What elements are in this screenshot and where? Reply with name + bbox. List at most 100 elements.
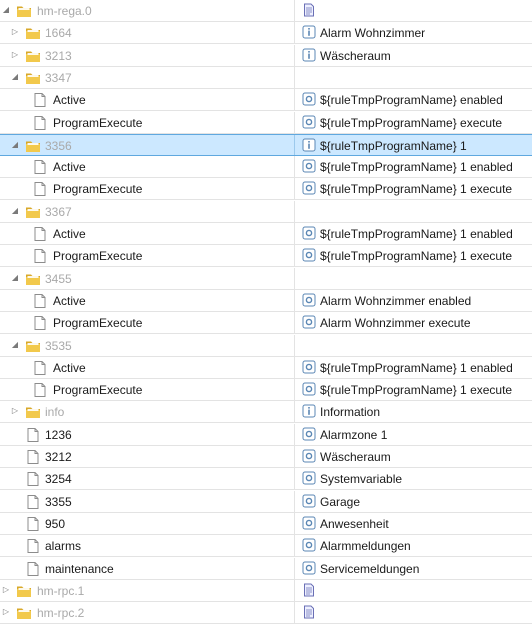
tree-row-3455[interactable]: ◢ 3455 [0,268,532,290]
tree-item-value: Wäscheraum [320,450,391,464]
folder-icon [25,338,41,354]
state-icon [302,516,316,530]
file-icon [32,315,48,331]
tree-item-value: ${ruleTmpProgramName} 1 enabled [320,361,513,375]
tree-item-name: 3355 [45,495,72,509]
tree-item-name: maintenance [45,562,114,576]
tree-item-name: 3455 [45,272,72,286]
tree-row-3213[interactable]: ▷ 3213 Wäscheraum [0,45,532,67]
folder-icon [25,48,41,64]
column-divider [294,401,295,422]
file-icon [32,92,48,108]
tree-row-active[interactable]: Active ${ruleTmpProgramName} enabled [0,89,532,111]
tree-item-name: 3367 [45,205,72,219]
column-divider [294,22,295,43]
tree-item-name: Active [53,294,86,308]
tree-item-name: 950 [45,517,66,531]
tree-row-3212[interactable]: 3212 Wäscheraum [0,446,532,468]
tree-row-programexecute[interactable]: ProgramExecute ${ruleTmpProgramName} 1 e… [0,178,532,200]
file-icon [32,226,48,242]
tree-item-value: Anwesenheit [320,517,389,531]
tree-item-value: ${ruleTmpProgramName} 1 execute [320,182,513,196]
collapse-arrow-icon[interactable]: ◢ [11,341,19,349]
tree-item-name: Active [53,227,86,241]
tree-row-3355[interactable]: 3355 Garage [0,491,532,513]
tree-row-hm-rpc-1[interactable]: ▷ hm-rpc.1 [0,580,532,602]
state-icon [302,538,316,552]
tree-row-programexecute[interactable]: ProgramExecute ${ruleTmpProgramName} 1 e… [0,379,532,401]
tree-item-value: Systemvariable [320,472,403,486]
column-divider [294,513,295,534]
tree-item-name: Active [53,93,86,107]
tree-item-name: hm-rpc.2 [37,606,85,620]
folder-icon [25,404,41,420]
state-icon [302,181,316,195]
tree-row-3367[interactable]: ◢ 3367 [0,201,532,223]
file-icon [25,494,41,510]
collapse-arrow-icon[interactable]: ◢ [11,141,19,149]
info-icon [302,404,316,418]
tree-row-950[interactable]: 950 Anwesenheit [0,513,532,535]
column-divider [294,223,295,244]
collapse-arrow-icon[interactable]: ◢ [11,73,19,81]
folder-icon [16,583,32,599]
tree-row-info[interactable]: ▷ info Information [0,401,532,423]
tree-row-1664[interactable]: ▷ 1664 Alarm Wohnzimmer [0,22,532,44]
state-icon [302,92,316,106]
file-icon [32,159,48,175]
tree-item-name: ProgramExecute [53,249,143,263]
tree-item-name: alarms [45,539,82,553]
folder-icon [25,204,41,220]
tree-item-name: 1236 [45,428,72,442]
tree-row-3254[interactable]: 3254 Systemvariable [0,468,532,490]
column-divider [294,446,295,467]
column-divider [294,89,295,110]
tree-item-value: ${ruleTmpProgramName} 1 enabled [320,227,513,241]
file-icon [32,293,48,309]
expand-arrow-icon[interactable]: ▷ [11,407,19,415]
info-icon [302,48,316,62]
file-icon [25,471,41,487]
collapse-arrow-icon[interactable]: ◢ [11,207,19,215]
state-icon [302,382,316,396]
tree-item-name: info [45,405,65,419]
file-icon [25,538,41,554]
tree-row-active[interactable]: Active ${ruleTmpProgramName} 1 enabled [0,156,532,178]
state-icon [302,449,316,463]
state-icon [302,115,316,129]
tree-item-name: 3356 [45,139,72,153]
tree-item-value: Garage [320,495,361,509]
state-icon [302,494,316,508]
tree-row-hm-rega-0[interactable]: ◢ hm-rega.0 [0,0,532,22]
column-divider [294,268,295,289]
expand-arrow-icon[interactable]: ▷ [11,28,19,36]
tree-row-3347[interactable]: ◢ 3347 [0,67,532,89]
tree-row-active[interactable]: Active Alarm Wohnzimmer enabled [0,290,532,312]
column-divider [294,112,295,133]
tree-row-programexecute[interactable]: ProgramExecute ${ruleTmpProgramName} 1 e… [0,245,532,267]
file-icon [25,449,41,465]
expand-arrow-icon[interactable]: ▷ [2,608,10,616]
collapse-arrow-icon[interactable]: ◢ [11,274,19,282]
expand-arrow-icon[interactable]: ▷ [11,51,19,59]
state-icon [302,471,316,485]
tree-row-active[interactable]: Active ${ruleTmpProgramName} 1 enabled [0,357,532,379]
expand-arrow-icon[interactable]: ▷ [2,586,10,594]
collapse-arrow-icon[interactable]: ◢ [2,6,10,14]
tree-row-maintenance[interactable]: maintenance Servicemeldungen [0,558,532,580]
state-icon [302,226,316,240]
tree-item-value: Wäscheraum [320,49,391,63]
column-divider [294,245,295,266]
tree-row-active[interactable]: Active ${ruleTmpProgramName} 1 enabled [0,223,532,245]
tree-item-name: 3213 [45,49,72,63]
tree-row-hm-rpc-2[interactable]: ▷ hm-rpc.2 [0,602,532,624]
tree-row-programexecute[interactable]: ProgramExecute Alarm Wohnzimmer execute [0,312,532,334]
tree-row-1236[interactable]: 1236 Alarmzone 1 [0,424,532,446]
tree-row-3535[interactable]: ◢ 3535 [0,335,532,357]
tree-row-3356[interactable]: ◢ 3356 ${ruleTmpProgramName} 1 [0,134,532,156]
tree-item-name: 3254 [45,472,72,486]
column-divider [294,558,295,579]
tree-row-alarms[interactable]: alarms Alarmmeldungen [0,535,532,557]
file-icon [32,360,48,376]
tree-row-programexecute[interactable]: ProgramExecute ${ruleTmpProgramName} exe… [0,112,532,134]
